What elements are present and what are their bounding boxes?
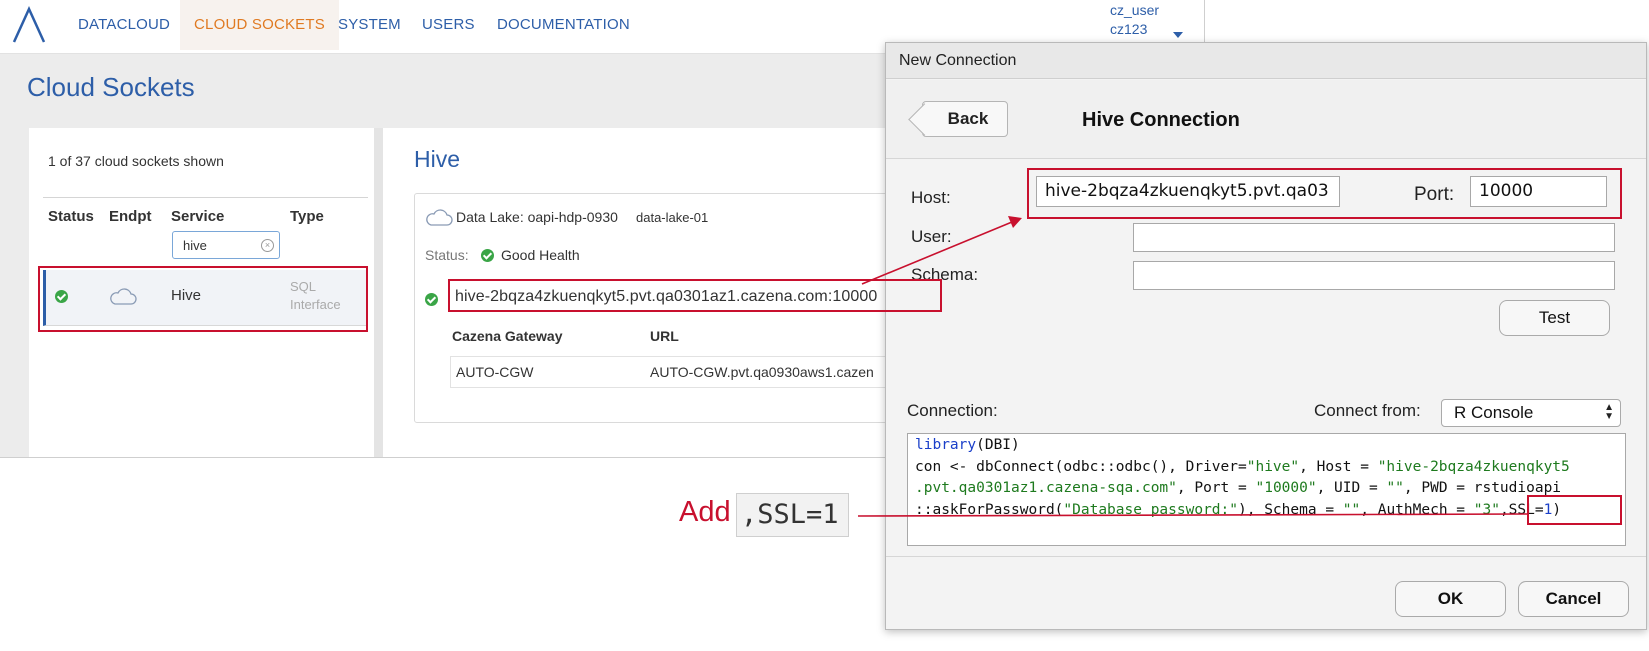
hive-row-highlight xyxy=(38,266,368,332)
data-lake-label: Data Lake: oapi-hdp-0930 xyxy=(456,209,618,225)
connect-from-select[interactable]: R Console ▲ ▼ xyxy=(1441,399,1621,427)
test-button-label: Test xyxy=(1538,308,1571,327)
user-menu-caret-icon[interactable] xyxy=(1173,32,1183,38)
back-button-label: Back xyxy=(947,109,989,128)
host-port-highlight xyxy=(1027,168,1622,219)
gateway-column-header: Cazena Gateway xyxy=(452,328,563,344)
endpoint-ok-icon xyxy=(425,293,438,306)
nav-documentation[interactable]: DOCUMENTATION xyxy=(497,0,630,50)
column-header-service[interactable]: Service xyxy=(171,208,224,225)
cloud-icon xyxy=(426,209,453,226)
data-lake-id: data-lake-01 xyxy=(636,210,709,225)
code-line-3: .pvt.qa0301az1.cazena-sqa.com", Port = "… xyxy=(915,480,1562,496)
cazena-logo-icon[interactable] xyxy=(12,6,46,44)
nav-system[interactable]: SYSTEM xyxy=(338,0,401,50)
gateway-url[interactable]: AUTO-CGW.pvt.qa0930aws1.cazen xyxy=(650,364,874,380)
nav-cloud-sockets[interactable]: CLOUD SOCKETS xyxy=(180,0,339,50)
test-button[interactable]: Test xyxy=(1499,300,1610,336)
column-header-status[interactable]: Status xyxy=(48,208,94,225)
user-field[interactable] xyxy=(1133,223,1615,252)
ok-button-label: OK xyxy=(1437,589,1464,608)
clear-filter-icon[interactable]: × xyxy=(261,239,274,252)
schema-field[interactable] xyxy=(1133,261,1615,290)
nav-users[interactable]: USERS xyxy=(422,0,475,50)
column-header-type[interactable]: Type xyxy=(290,208,324,225)
column-header-endpt[interactable]: Endpt xyxy=(109,208,152,225)
dialog-title: New Connection xyxy=(899,52,1017,69)
connection-code-editor[interactable]: library(DBI) con <- dbConnect(odbc::odbc… xyxy=(907,433,1626,546)
connect-from-label: Connect from: xyxy=(1314,401,1421,420)
connection-label: Connection: xyxy=(907,401,998,420)
annotation-add-label: Add xyxy=(679,496,731,528)
good-health-icon xyxy=(481,249,494,262)
ok-button[interactable]: OK xyxy=(1395,581,1506,617)
cancel-button-label: Cancel xyxy=(1545,589,1602,608)
user-label: User: xyxy=(911,227,952,246)
user-name[interactable]: cz_user xyxy=(1110,2,1159,18)
status-value: Good Health xyxy=(501,247,580,263)
code-line-2: con <- dbConnect(odbc::odbc(), Driver="h… xyxy=(915,458,1570,475)
endpoint-highlight xyxy=(448,279,942,312)
detail-title: Hive xyxy=(414,146,461,172)
user-org[interactable]: cz123 xyxy=(1110,21,1147,37)
back-button[interactable]: Back xyxy=(922,101,1008,137)
code-line-4: ::askForPassword("Database password:"), … xyxy=(915,501,1562,518)
cancel-button[interactable]: Cancel xyxy=(1518,581,1629,617)
sockets-count: 1 of 37 cloud sockets shown xyxy=(48,153,224,169)
connect-from-value: R Console xyxy=(1454,403,1534,422)
panel-resize-handle[interactable] xyxy=(374,128,383,457)
page-title: Cloud Sockets xyxy=(27,72,195,102)
host-label: Host: xyxy=(911,188,951,207)
code-line-1: library(DBI) xyxy=(915,437,1020,453)
gateway-name: AUTO-CGW xyxy=(456,364,534,380)
dialog-heading: Hive Connection xyxy=(1082,109,1240,131)
new-connection-dialog: New Connection Back Hive Connection Host… xyxy=(885,42,1647,630)
ssl-highlight xyxy=(1527,495,1622,525)
nav-datacloud[interactable]: DATACLOUD xyxy=(78,0,170,50)
dialog-titlebar[interactable]: New Connection xyxy=(886,43,1646,79)
status-label: Status: xyxy=(425,247,469,263)
table-divider xyxy=(43,197,368,198)
annotation-code-chip: ,SSL=1 xyxy=(736,493,849,537)
url-column-header: URL xyxy=(650,328,679,344)
dialog-footer-divider xyxy=(886,556,1646,557)
select-arrows-icon: ▲ ▼ xyxy=(1604,402,1614,422)
